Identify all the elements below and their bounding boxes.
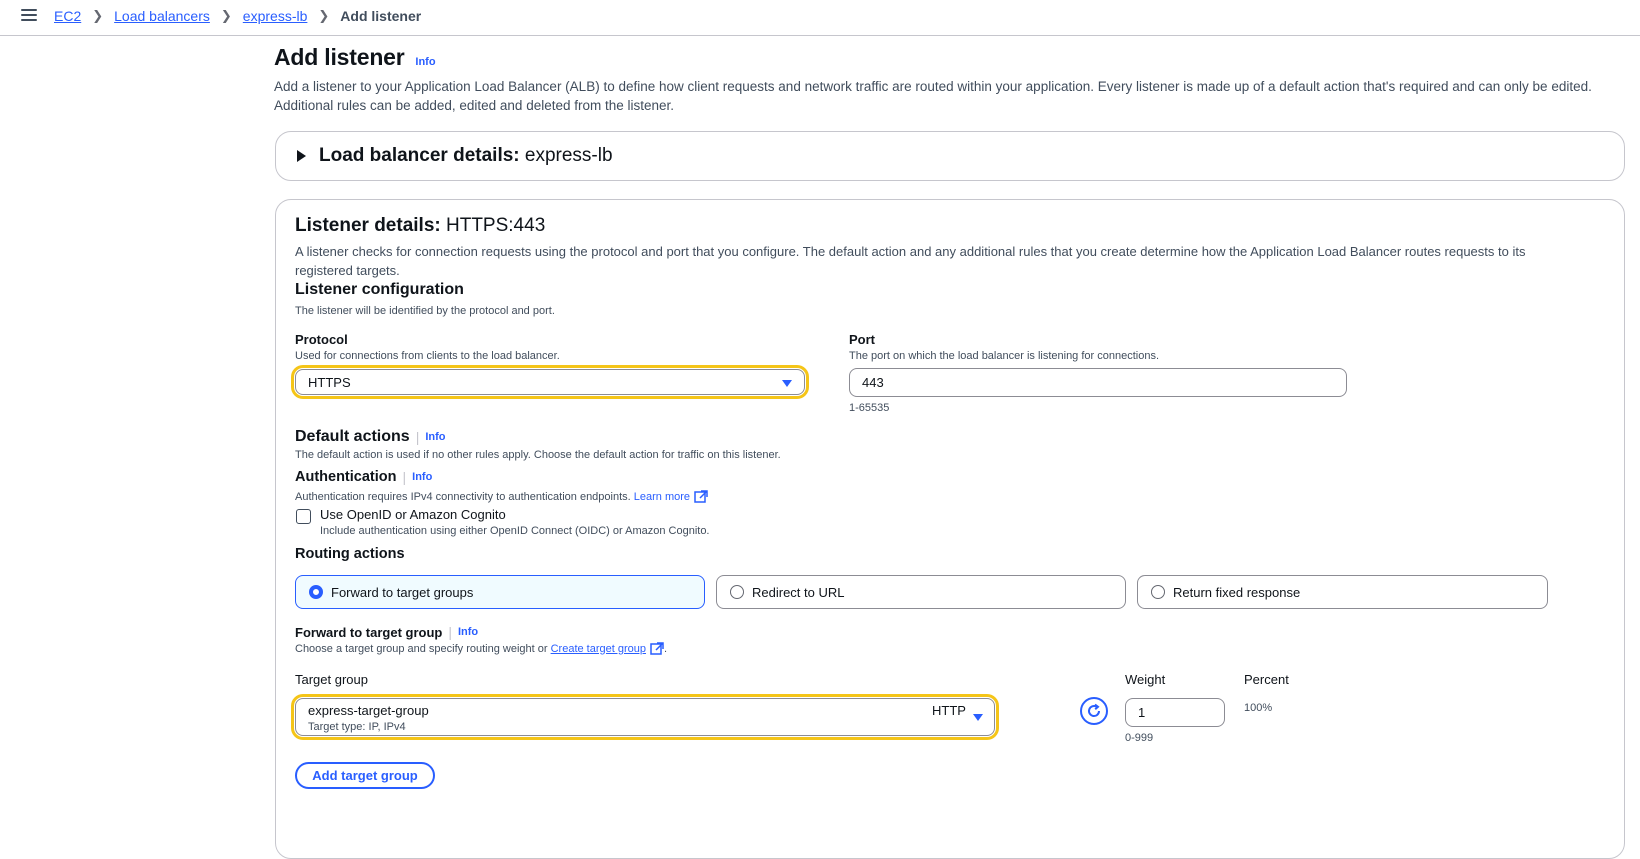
caret-down-icon bbox=[973, 714, 983, 721]
divider: | bbox=[448, 624, 452, 640]
refresh-icon bbox=[1088, 703, 1101, 717]
forward-desc-row: Choose a target group and specify routin… bbox=[295, 642, 667, 655]
target-group-type: Target type: IP, IPv4 bbox=[308, 721, 406, 733]
percent-label: Percent bbox=[1244, 672, 1289, 687]
port-value: 443 bbox=[862, 375, 884, 390]
listener-details-value: HTTPS:443 bbox=[446, 215, 546, 236]
protocol-value: HTTPS bbox=[308, 374, 351, 390]
page-description: Add a listener to your Application Load … bbox=[274, 77, 1614, 115]
load-balancer-details-panel: Load balancer details: express-lb bbox=[275, 131, 1625, 181]
authentication-title: Authentication bbox=[295, 469, 397, 485]
routing-option-forward-label: Forward to target groups bbox=[331, 584, 474, 600]
use-openid-label: Use OpenID or Amazon Cognito bbox=[320, 507, 506, 522]
protocol-desc: Used for connections from clients to the… bbox=[295, 350, 560, 362]
weight-hint: 0-999 bbox=[1125, 732, 1154, 744]
port-hint: 1-65535 bbox=[849, 402, 890, 414]
breadcrumb-load-balancers[interactable]: Load balancers bbox=[114, 8, 210, 24]
authentication-info-link[interactable]: Info bbox=[412, 471, 432, 483]
port-input[interactable]: 443 bbox=[849, 368, 1347, 397]
routing-option-forward[interactable]: Forward to target groups bbox=[295, 575, 705, 609]
refresh-button[interactable] bbox=[1080, 697, 1108, 725]
default-actions-desc: The default action is used if no other r… bbox=[295, 449, 781, 461]
use-openid-desc: Include authentication using either Open… bbox=[320, 525, 710, 537]
listener-details-content: Listener details: HTTPS:443 A listener c… bbox=[295, 215, 1605, 280]
caret-down-icon bbox=[782, 380, 792, 387]
divider: | bbox=[415, 429, 420, 445]
target-group-name: express-target-group bbox=[308, 703, 429, 718]
listener-description-line2: registered targets. bbox=[295, 263, 400, 278]
target-group-protocol: HTTP bbox=[932, 703, 966, 718]
default-actions-title: Default actions bbox=[295, 428, 410, 445]
external-link-icon bbox=[694, 490, 708, 503]
protocol-label: Protocol bbox=[295, 332, 348, 347]
forward-desc: Choose a target group and specify routin… bbox=[295, 642, 548, 655]
menu-icon[interactable] bbox=[21, 9, 37, 23]
learn-more-link[interactable]: Learn more bbox=[634, 491, 690, 503]
weight-label: Weight bbox=[1125, 672, 1166, 687]
listener-details-label: Listener details: bbox=[295, 215, 441, 236]
lb-details-value: express-lb bbox=[524, 145, 613, 166]
default-actions-header: Default actions | Info bbox=[295, 428, 446, 446]
protocol-select[interactable]: HTTPS bbox=[291, 365, 809, 399]
radio-selected-icon bbox=[309, 585, 323, 599]
forward-target-group-header: Forward to target group | Info bbox=[295, 624, 478, 640]
chevron-right-icon: ❯ bbox=[220, 8, 232, 23]
listener-details-heading: Listener details: HTTPS:443 bbox=[295, 215, 1605, 237]
forward-desc-end: . bbox=[664, 642, 668, 655]
routing-option-fixed-response-label: Return fixed response bbox=[1173, 584, 1301, 600]
external-link-icon bbox=[650, 642, 664, 655]
use-openid-checkbox[interactable] bbox=[296, 509, 311, 524]
target-group-label: Target group bbox=[295, 672, 368, 687]
listener-details-panel: Listener details: HTTPS:443 A listener c… bbox=[275, 199, 1625, 859]
lb-details-label: Load balancer details: bbox=[319, 145, 520, 166]
page-header: Add listener Info Add a listener to your… bbox=[274, 44, 1624, 115]
authentication-desc: Authentication requires IPv4 connectivit… bbox=[295, 490, 631, 503]
port-desc: The port on which the load balancer is l… bbox=[849, 350, 1160, 362]
load-balancer-details-toggle[interactable]: Load balancer details: express-lb bbox=[297, 145, 613, 167]
routing-actions-title: Routing actions bbox=[295, 546, 405, 562]
breadcrumb: EC2 ❯ Load balancers ❯ express-lb ❯ Add … bbox=[54, 8, 421, 24]
target-group-select[interactable]: express-target-group Target type: IP, IP… bbox=[291, 694, 999, 740]
radio-unselected-icon bbox=[1151, 585, 1165, 599]
authentication-header: Authentication | Info bbox=[295, 469, 432, 485]
chevron-right-icon: ❯ bbox=[92, 8, 104, 23]
breadcrumb-current: Add listener bbox=[340, 8, 422, 24]
routing-option-fixed-response[interactable]: Return fixed response bbox=[1137, 575, 1548, 609]
forward-target-group-title: Forward to target group bbox=[295, 624, 443, 640]
divider: | bbox=[402, 469, 407, 485]
listener-configuration-desc: The listener will be identified by the p… bbox=[295, 305, 555, 317]
routing-option-redirect[interactable]: Redirect to URL bbox=[716, 575, 1126, 609]
weight-value: 1 bbox=[1138, 705, 1146, 720]
forward-info-link[interactable]: Info bbox=[458, 626, 478, 638]
page-description-line1: Add a listener to your Application Load … bbox=[274, 79, 1592, 94]
listener-description-line1: A listener checks for connection request… bbox=[295, 244, 1526, 259]
listener-details-description: A listener checks for connection request… bbox=[295, 242, 1605, 280]
breadcrumb-ec2[interactable]: EC2 bbox=[54, 8, 81, 24]
port-label: Port bbox=[849, 332, 875, 347]
add-target-group-button[interactable]: Add target group bbox=[295, 762, 435, 789]
routing-option-redirect-label: Redirect to URL bbox=[752, 584, 845, 600]
page-title: Add listener bbox=[274, 44, 405, 70]
page-info-link[interactable]: Info bbox=[415, 56, 435, 68]
authentication-desc-row: Authentication requires IPv4 connectivit… bbox=[295, 490, 708, 503]
chevron-right-icon: ❯ bbox=[318, 8, 330, 23]
page-description-line2: Additional rules can be added, edited an… bbox=[274, 98, 675, 113]
caret-right-icon bbox=[297, 150, 306, 162]
percent-value: 100% bbox=[1244, 702, 1273, 714]
default-actions-info-link[interactable]: Info bbox=[425, 431, 445, 443]
top-navigation-bar: EC2 ❯ Load balancers ❯ express-lb ❯ Add … bbox=[0, 0, 1640, 36]
weight-input[interactable]: 1 bbox=[1125, 698, 1225, 727]
radio-unselected-icon bbox=[730, 585, 744, 599]
breadcrumb-express-lb[interactable]: express-lb bbox=[243, 8, 308, 24]
listener-configuration-title: Listener configuration bbox=[295, 281, 464, 298]
create-target-group-link[interactable]: Create target group bbox=[551, 643, 646, 655]
